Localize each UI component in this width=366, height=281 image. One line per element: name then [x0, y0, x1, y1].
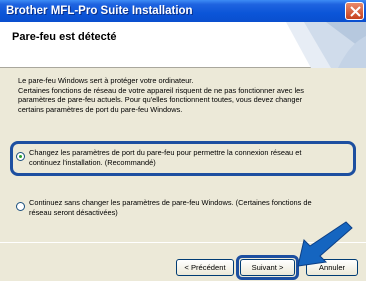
page-title: Pare-feu est détecté [12, 31, 117, 43]
firewall-description: Le pare-feu Windows sert à protéger votr… [18, 76, 353, 114]
description-line: paramètres de pare-feu actuels. Pour qu'… [18, 95, 303, 104]
option-label-line: réseau seront désactivées) [29, 207, 118, 217]
option-label: Continuez sans changer les paramètres de… [29, 198, 354, 217]
option-label-line: Changez les paramètres de port du pare-f… [29, 148, 302, 157]
description-line: Certaines fonctions de réseau de votre a… [18, 85, 304, 95]
option-label: Changez les paramètres de port du pare-f… [29, 148, 354, 167]
radio-button-selected[interactable] [16, 152, 25, 161]
description-line: certains paramètres de port du pare-feu … [18, 104, 183, 114]
next-button[interactable]: Suivant > [240, 259, 295, 276]
title-bar: Brother MFL-Pro Suite Installation [0, 0, 366, 22]
back-button[interactable]: < Précédent [176, 259, 234, 276]
pointer-arrow-icon [297, 221, 353, 267]
installer-window: Brother MFL-Pro Suite Installation Pare-… [0, 0, 366, 281]
option-label-line: continuez l'installation. (Recommandé) [29, 157, 156, 167]
description-line: Le pare-feu Windows sert à protéger votr… [18, 76, 194, 85]
wizard-header: Pare-feu est détecté [0, 22, 366, 68]
close-button[interactable] [345, 2, 364, 20]
option-label-line: Continuez sans changer les paramètres de… [29, 198, 312, 207]
radio-button[interactable] [16, 202, 25, 211]
close-icon [350, 6, 361, 17]
window-title: Brother MFL-Pro Suite Installation [6, 5, 193, 17]
header-banner-art [286, 22, 366, 68]
